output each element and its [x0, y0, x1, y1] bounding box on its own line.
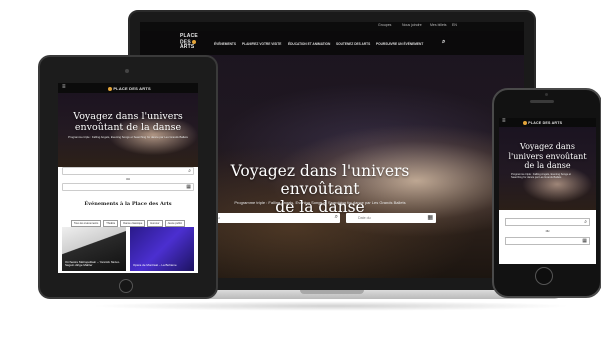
phone-camera	[545, 93, 548, 96]
logo-dot-icon	[108, 86, 112, 91]
tablet-hero-title: Voyagez dans l'univers envoûtant de la d…	[73, 111, 183, 133]
tablet-screen: ≡ PLACE DES ARTS Voyagez dans l'univers …	[58, 83, 198, 273]
nav-item-support[interactable]: SOUTENEZ DES ARTS	[336, 42, 370, 46]
filter-humour[interactable]: Humour	[147, 220, 163, 227]
filter-classical[interactable]: Danse classique	[120, 220, 146, 227]
phone-logo[interactable]: PLACE DES ARTS	[523, 121, 562, 127]
phone-home-button	[535, 267, 553, 285]
event-card-opera[interactable]: Opéra de Montréal – La Bohème	[130, 227, 194, 271]
event-card-opera-title: Opéra de Montréal – La Bohème	[133, 263, 177, 268]
logo-line-3: ARTS	[180, 44, 195, 51]
topbar-link-tickets[interactable]: Mes billets	[430, 23, 447, 27]
search-connector: ou	[126, 177, 130, 181]
tablet-camera	[125, 69, 129, 73]
phone-search-input[interactable]: ⌕	[505, 218, 590, 226]
tablet-logo[interactable]: PLACE DES ARTS	[108, 86, 151, 92]
search-icon[interactable]: ⌕	[335, 213, 338, 221]
date-picker-input[interactable]: Date du ▦	[346, 213, 436, 223]
nav-item-visit[interactable]: PLANIFIEZ VOTRE VISITE	[242, 42, 281, 46]
event-search-input[interactable]: Date du ⌕	[204, 213, 340, 223]
tablet-home-button	[119, 279, 133, 293]
topbar-link-language[interactable]: EN	[452, 23, 457, 27]
tablet-hero-subtitle: Programme triple : Falling Angels, Eveni…	[68, 135, 188, 139]
calendar-icon[interactable]: ▦	[186, 184, 191, 190]
phone-date-input[interactable]: ▦	[505, 237, 590, 245]
hero-subtitle: Programme triple : Falling Angels, Eveni…	[234, 200, 406, 205]
nav-item-events[interactable]: ÉVÉNEMENTS	[214, 42, 236, 46]
search-icon[interactable]: ⌕	[188, 168, 191, 174]
phone-hero-subtitle: Programme triple : Falling Angels, Eveni…	[511, 173, 571, 179]
main-navigation: PLACE DES ARTS ÉVÉNEMENTS PLANIFIEZ VOTR…	[140, 31, 524, 55]
calendar-icon[interactable]: ▦	[427, 214, 433, 221]
filter-theatre[interactable]: Théâtre	[103, 220, 119, 227]
laptop-shadow	[90, 301, 572, 311]
topbar-link-contact[interactable]: Nous joindre	[402, 23, 422, 27]
site-logo[interactable]: PLACE DES ARTS	[180, 33, 198, 51]
menu-icon[interactable]: ≡	[502, 118, 506, 124]
phone-hero-title: Voyagez dans l'univers envoûtant de la d…	[508, 142, 587, 170]
nav-item-follow[interactable]: POURSUIVRE UN ÉVÉNEMENT	[376, 42, 423, 46]
logo-dot-icon	[523, 121, 527, 126]
tablet-search-input[interactable]: ⌕	[62, 167, 194, 175]
date-input-placeholder: Date du	[358, 216, 371, 220]
logo-dot-icon	[192, 39, 197, 44]
menu-icon[interactable]: ≡	[62, 84, 66, 90]
tablet-header: ≡ PLACE DES ARTS	[58, 83, 198, 93]
filter-youth[interactable]: Jeune public	[164, 220, 186, 227]
events-section-title: Événements à la Place des Arts	[84, 201, 172, 207]
calendar-icon[interactable]: ▦	[582, 238, 587, 244]
tablet-date-input[interactable]: ▦	[62, 183, 194, 191]
topbar-link-groups[interactable]: Groupes	[378, 23, 391, 27]
search-icon[interactable]: ⌕	[584, 219, 587, 225]
phone-speaker	[530, 100, 554, 103]
event-card-orchestra-title: Orchestre Métropolitain – Yannick Nézet-…	[65, 259, 120, 268]
phone-search-connector: ou	[545, 229, 550, 233]
search-icon[interactable]: ⌕	[442, 39, 445, 46]
hero-title: Voyagez dans l'univers envoûtant de la d…	[230, 162, 410, 216]
phone-header: ≡ PLACE DES ARTS	[499, 118, 596, 127]
utility-bar: Groupes Nous joindre Mes billets EN	[140, 22, 524, 31]
nav-item-education[interactable]: ÉDUCATION ET ANIMATION	[288, 42, 330, 46]
phone-screen: ≡ PLACE DES ARTS Voyagez dans l'univers …	[499, 118, 596, 264]
filter-all[interactable]: Tous les événements	[70, 220, 102, 227]
event-card-orchestra[interactable]: Orchestre Métropolitain – Yannick Nézet-…	[62, 227, 126, 271]
laptop-opening-notch	[300, 290, 364, 294]
